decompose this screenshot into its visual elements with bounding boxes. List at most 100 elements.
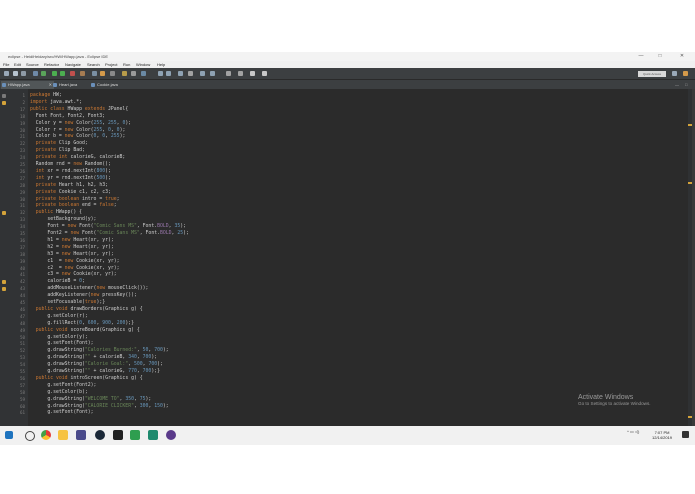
open-perspective-icon[interactable] [672,71,677,76]
open-type-icon[interactable] [110,71,115,76]
menu-window[interactable]: Window [136,61,150,68]
code-line[interactable]: Font Font, Font2, Font3; [30,114,105,119]
code-line[interactable]: public void drawBorders(Graphics g) { [30,307,143,312]
code-line[interactable]: Font2 = new Font("Comic Sans MS", Font.B… [30,231,189,236]
code-line[interactable]: g.drawString("" + calorieG, 770, 700);} [30,369,160,374]
minimize-button[interactable]: — [633,52,649,61]
menu-run[interactable]: Run [123,61,130,68]
code-line[interactable]: private Clip Bad; [30,148,85,153]
menu-source[interactable]: Source [26,61,39,68]
terminal-icon[interactable] [113,430,123,440]
run-icon[interactable] [52,71,57,76]
chrome-icon[interactable] [41,430,51,440]
start-icon[interactable] [5,431,13,439]
code-line[interactable]: g.setFont(Font); [30,410,93,415]
menu-file[interactable]: File [3,61,9,68]
forward-dropdown-icon[interactable] [250,71,255,76]
code-line[interactable]: private boolean intro = true; [30,197,120,202]
code-line[interactable]: public void introScreen(Graphics g) { [30,376,143,381]
code-line[interactable]: setFocusable(true);} [30,300,105,305]
code-line[interactable]: h3 = new Heart(xr, yr); [30,252,113,257]
menu-navigate[interactable]: Navigate [65,61,81,68]
save-all-icon[interactable] [21,71,26,76]
external-tools-icon[interactable] [80,71,85,76]
code-line[interactable]: g.drawString("WELCOME TO", 350, 75); [30,397,151,402]
code-line[interactable]: private boolean end = false; [30,203,117,208]
skip-icon[interactable] [41,71,46,76]
nav-back-icon[interactable] [158,71,163,76]
clock[interactable]: 7:07 PM 12/14/2019 [652,430,672,440]
code-editor[interactable]: 1 2 17 18 19 20 21 22 23 24 25 26 27 28 29 30 31 32 33 34 35… [0,89,695,435]
menu-help[interactable]: Help [157,61,165,68]
code-line[interactable]: c3 = new Cookie(xr, yr); [30,272,116,277]
code-line[interactable]: Random rnd = new Random(); [30,162,111,167]
steam-icon[interactable] [95,430,105,440]
new-class-icon[interactable] [100,71,105,76]
file-explorer-icon[interactable] [58,430,68,440]
tab-cookie[interactable]: Cookie.java [90,81,137,89]
code-line[interactable]: addKeyListener(new pressKey()); [30,293,137,298]
code-line[interactable]: g.setColor(b); [30,390,87,395]
menu-refactor[interactable]: Refactor [44,61,59,68]
code-line[interactable]: int xr = rnd.nextInt(800); [30,169,111,174]
new-package-icon[interactable] [92,71,97,76]
maximize-button[interactable]: □ [652,52,668,61]
code-line[interactable]: Color r = new Color(255, 0, 0); [30,128,126,133]
code-line[interactable]: import java.awt.*; [30,100,82,105]
code-line[interactable]: addMouseListener(new mouseClick()); [30,286,148,291]
code-line[interactable]: h2 = new Heart(xr, yr); [30,245,113,250]
minimize-view-icon[interactable]: — [675,82,679,87]
history-icon[interactable] [262,71,267,76]
code-line[interactable]: public class HWapp extends JPanel{ [30,107,128,112]
code-line[interactable]: public HWapp() { [30,210,82,215]
app-icon[interactable] [148,430,158,440]
code-line[interactable]: calorieB = 0; [30,279,85,284]
menu-project[interactable]: Project [105,61,117,68]
code-line[interactable]: g.fillRect(0, 600, 900, 200);} [30,321,134,326]
maximize-view-icon[interactable]: □ [685,82,687,87]
back-icon[interactable] [226,71,231,76]
close-button[interactable]: ✕ [674,52,690,61]
code-line[interactable]: int yr = rnd.nextInt(500); [30,176,111,181]
code-line[interactable]: g.drawString("" + calorieB, 340, 700); [30,355,157,360]
new-icon[interactable] [4,71,9,76]
code-line[interactable]: g.setColor(r); [30,314,87,319]
code-line[interactable]: g.setFont(Font2); [30,383,96,388]
code-line[interactable]: g.drawString("CALORIE CLICKER", 300, 150… [30,404,168,409]
code-line[interactable]: g.drawString("Calorie Goal:", 500, 700); [30,362,163,367]
annotation-icon[interactable] [141,71,146,76]
debug-icon[interactable] [33,71,38,76]
code-line[interactable]: private Cookie c1, c2, c3; [30,190,111,195]
code-line[interactable]: public void scoreBoard(Graphics g) { [30,328,140,333]
code-line[interactable]: h1 = new Heart(xr, yr); [30,238,113,243]
code-line[interactable]: g.drawString("Calories Burned:", 50, 700… [30,348,168,353]
code-line[interactable]: c2 = new Cookie(xr, yr); [30,266,119,271]
code-line[interactable]: Color y = new Color(255, 255, 0); [30,121,131,126]
discord-icon[interactable] [76,430,86,440]
java-perspective-icon[interactable] [683,71,688,76]
code-line[interactable]: g.setColor(y); [30,335,87,340]
code-line[interactable]: c1 = new Cookie(xr, yr); [30,259,119,264]
nav-forward-icon[interactable] [166,71,171,76]
prev-annotation-icon[interactable] [200,71,205,76]
forward-icon[interactable] [238,71,243,76]
tab-hwapp[interactable]: HWapp.java ✕ [1,81,54,89]
last-edit-icon[interactable] [178,71,183,76]
code-line[interactable]: private Clip Good; [30,141,88,146]
next-annotation-icon[interactable] [210,71,215,76]
pin-editor-icon[interactable] [188,71,193,76]
code-line[interactable]: package HW; [30,93,62,98]
save-icon[interactable] [13,71,18,76]
code-line[interactable]: private Heart h1, h2, h3; [30,183,108,188]
menu-edit[interactable]: Edit [14,61,21,68]
fold-icon[interactable] [2,94,6,98]
code-line[interactable]: setBackground(y); [30,217,96,222]
notifications-icon[interactable] [682,431,689,438]
code-line[interactable]: Font = new Font("Comic Sans MS", Font.BO… [30,224,186,229]
system-tray[interactable]: ^ ▭ ◁) [627,429,639,434]
toggle-mark-icon[interactable] [131,71,136,76]
spotify-icon[interactable] [130,430,140,440]
code-line[interactable]: Color b = new Color(0, 0, 255); [30,134,126,139]
run-dropdown-icon[interactable] [60,71,65,76]
menu-search[interactable]: Search [87,61,100,68]
